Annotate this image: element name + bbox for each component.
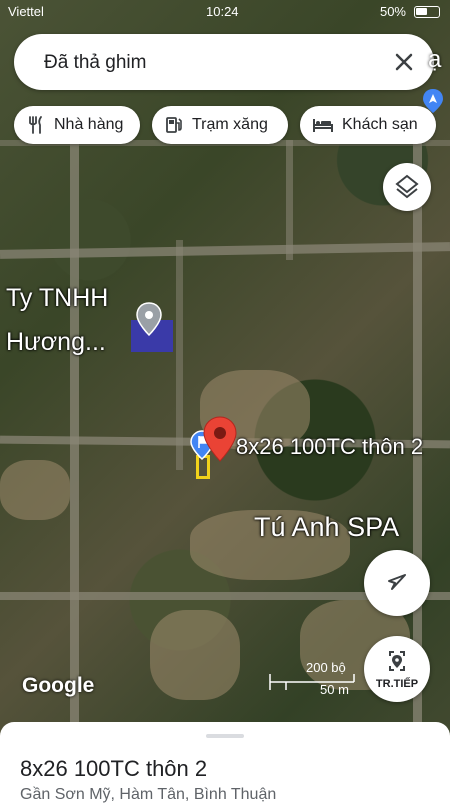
chip-label: Khách sạn <box>342 116 418 133</box>
partial-place-label: ạ <box>428 46 442 73</box>
next-button[interactable]: TR.TIẾP <box>364 636 430 702</box>
scale-bottom: 50 m <box>320 682 349 697</box>
search-bar[interactable]: Đã thả ghim <box>14 34 434 90</box>
sheet-handle[interactable] <box>206 734 244 738</box>
navigation-arrow-icon <box>388 574 406 590</box>
chip-label: Trạm xăng <box>192 116 268 133</box>
chip-label: Nhà hàng <box>54 116 124 133</box>
my-location-button[interactable] <box>364 550 430 616</box>
search-text: Đã thả ghim <box>44 52 147 73</box>
battery-icon <box>414 6 440 18</box>
place-subtitle: Gần Sơn Mỹ, Hàm Tân, Bình Thuận <box>20 786 277 803</box>
carrier-name: Viettel <box>8 4 44 19</box>
chip-gas-stations[interactable]: Trạm xăng <box>152 106 288 144</box>
company-label: Ty TNHH <box>6 284 109 312</box>
bed-icon <box>313 119 333 132</box>
layers-button[interactable] <box>383 163 431 211</box>
google-logo: Google <box>22 674 95 697</box>
dropped-pin-icon[interactable] <box>203 416 237 467</box>
battery-percent: 50% <box>379 4 406 19</box>
chip-hotels[interactable]: Khách sạn <box>300 106 436 144</box>
chip-restaurants[interactable]: Nhà hàng <box>14 106 140 144</box>
status-bar: Viettel 10:24 50% <box>0 0 450 24</box>
gray-place-pin-icon[interactable] <box>136 302 162 341</box>
clock: 10:24 <box>206 4 239 19</box>
fork-knife-icon <box>29 116 42 134</box>
next-label: TR.TIẾP <box>375 678 419 690</box>
place-sheet[interactable]: 8x26 100TC thôn 2 Gần Sơn Mỹ, Hàm Tân, B… <box>0 722 450 812</box>
company-label-line2: Hương... <box>6 328 106 356</box>
layers-icon <box>395 174 419 199</box>
close-icon[interactable] <box>390 48 418 76</box>
place-title: 8x26 100TC thôn 2 <box>20 756 208 781</box>
pin-label: 8x26 100TC thôn 2 <box>236 434 424 459</box>
spa-label: Tú Anh SPA <box>254 512 400 542</box>
scale-bar: 200 bộ 50 m <box>268 660 356 700</box>
gas-station-icon <box>166 117 182 133</box>
